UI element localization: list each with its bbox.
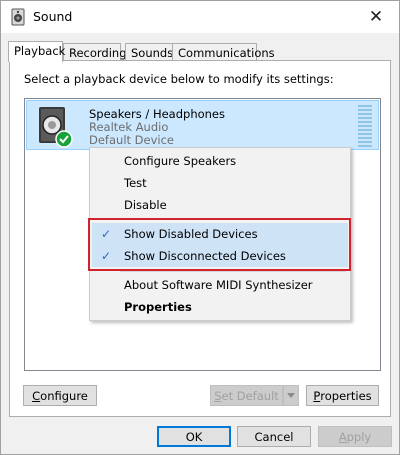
set-default-dropdown[interactable] — [283, 385, 299, 406]
menu-item-configure-speakers[interactable]: Configure Speakers — [92, 150, 348, 172]
set-default-button[interactable]: Set Default — [210, 385, 283, 406]
menu-item-label: Test — [124, 176, 147, 190]
ok-button[interactable]: OK — [157, 426, 231, 447]
close-button[interactable]: ✕ — [353, 1, 399, 33]
menu-item-label: Disable — [124, 198, 167, 212]
tab-label: Recording — [69, 46, 127, 60]
menu-item-label: About Software MIDI Synthesizer — [124, 278, 313, 292]
menu-item-label: Show Disconnected Devices — [124, 249, 286, 263]
tab-playback[interactable]: Playback — [8, 41, 66, 62]
checkmark-icon: ✓ — [101, 249, 112, 263]
tab-communications[interactable]: Communications — [172, 43, 275, 61]
set-default-mnemonic: S — [214, 388, 222, 403]
device-name: Speakers / Headphones — [89, 107, 226, 121]
check-badge-icon — [55, 130, 73, 148]
window-title: Sound — [33, 9, 73, 24]
device-status: Default Device — [89, 133, 175, 147]
speaker-icon — [11, 8, 25, 26]
cancel-button[interactable]: Cancel — [237, 426, 311, 447]
cancel-label: Cancel — [254, 429, 294, 444]
volume-level-meter — [358, 105, 372, 147]
configure-label: onfigure — [40, 388, 88, 403]
configure-button[interactable]: Configure — [23, 385, 97, 406]
configure-mnemonic: C — [32, 388, 41, 403]
tab-label: Sounds — [131, 46, 174, 60]
apply-mnemonic: A — [338, 429, 347, 444]
menu-item-test[interactable]: Test — [92, 172, 348, 194]
device-row-speakers[interactable]: Speakers / Headphones Realtek Audio Defa… — [26, 100, 379, 150]
menu-item-disable[interactable]: Disable — [92, 194, 348, 216]
checkmark-icon: ✓ — [101, 227, 112, 241]
tab-label: Playback — [14, 44, 66, 58]
device-driver: Realtek Audio — [89, 120, 169, 134]
menu-item-show-disabled-devices[interactable]: ✓ Show Disabled Devices — [92, 223, 348, 245]
properties-button[interactable]: Properties — [306, 385, 379, 406]
context-menu: Configure Speakers Test Disable ✓ Show D… — [89, 147, 351, 321]
properties-mnemonic: P — [313, 388, 321, 403]
set-default-label: et Default — [221, 388, 279, 403]
menu-item-label: Show Disabled Devices — [124, 227, 258, 241]
speaker-icon — [39, 107, 73, 148]
ok-label: OK — [185, 429, 203, 444]
menu-item-about-midi-synthesizer[interactable]: About Software MIDI Synthesizer — [92, 274, 348, 296]
menu-item-label: Configure Speakers — [124, 154, 237, 168]
tab-sounds[interactable]: Sounds — [125, 43, 174, 61]
apply-button[interactable]: Apply — [318, 426, 392, 447]
tab-recording[interactable]: Recording — [63, 43, 127, 61]
tab-label: Communications — [178, 46, 275, 60]
close-icon: ✕ — [368, 7, 384, 27]
menu-item-properties[interactable]: Properties — [92, 296, 348, 318]
title-bar: Sound ✕ — [1, 1, 399, 33]
menu-separator — [120, 271, 346, 272]
chevron-down-icon — [287, 393, 295, 398]
menu-item-show-disconnected-devices[interactable]: ✓ Show Disconnected Devices — [92, 245, 348, 267]
apply-label: pply — [346, 429, 372, 444]
instruction-text: Select a playback device below to modify… — [24, 72, 334, 86]
properties-label: roperties — [320, 388, 372, 403]
menu-item-label: Properties — [124, 300, 192, 314]
menu-separator — [120, 219, 346, 220]
